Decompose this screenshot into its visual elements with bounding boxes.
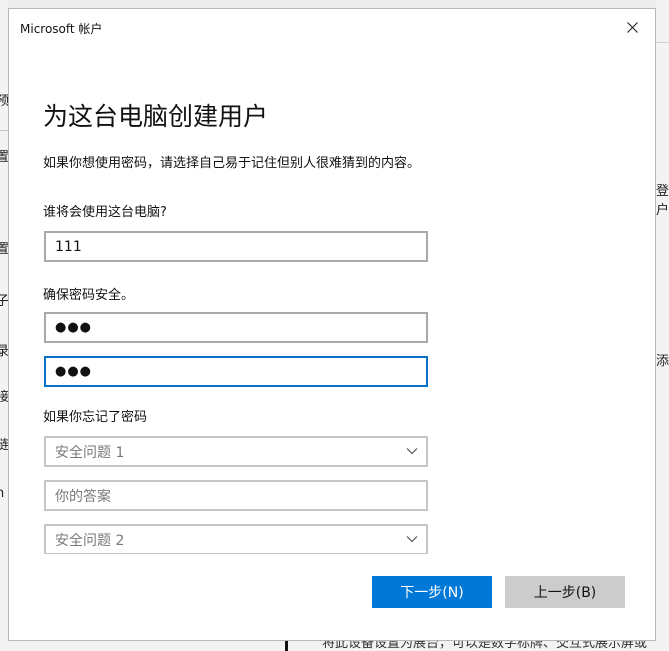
bg-right-text: 户过 — [656, 203, 669, 218]
background-window-left: 预 置 置 子 录 接 链 n — [0, 0, 8, 651]
security-question-2-select[interactable]: 安全问题 2 — [44, 524, 428, 554]
password-label: 确保密码安全。 — [43, 288, 135, 303]
bg-left-text: n — [0, 486, 5, 501]
username-label: 谁将会使用这台电脑? — [43, 205, 167, 220]
back-button[interactable]: 上一步(B) — [505, 576, 625, 608]
username-value: 111 — [55, 238, 82, 255]
bg-divider — [656, 42, 669, 43]
confirm-password-dots: ●●● — [55, 364, 93, 379]
bg-divider — [0, 130, 8, 131]
bg-left-text: 子 — [0, 294, 8, 309]
answer-1-placeholder: 你的答案 — [55, 488, 111, 505]
confirm-password-input[interactable]: ●●● — [44, 356, 428, 387]
title-bar: Microsoft 帐户 — [9, 9, 655, 45]
bg-bottom-text: 将此设备设置为展台，可以是数字标牌、交互式展示屏或 — [322, 641, 648, 651]
page-title: 为这台电脑创建用户 — [43, 102, 269, 131]
instruction-text: 如果你想使用密码，请选择自己易于记住但别人很难猜到的内容。 — [43, 156, 421, 171]
bg-left-text: 预 — [0, 94, 8, 109]
password-dots: ●●● — [55, 320, 93, 335]
bg-left-text: 接 — [0, 390, 8, 405]
close-icon — [626, 21, 638, 33]
username-input[interactable]: 111 — [44, 231, 428, 262]
security-question-1-select[interactable]: 安全问题 1 — [44, 436, 428, 467]
create-user-dialog: Microsoft 帐户 为这台电脑创建用户 如果你想使用密码，请选择自己易于记… — [8, 8, 656, 641]
bg-right-text: 登遥 — [656, 184, 669, 199]
chevron-down-icon — [406, 448, 418, 455]
next-button[interactable]: 下一步(N) — [372, 576, 492, 608]
chevron-down-icon — [406, 536, 418, 543]
bg-bar — [285, 641, 288, 651]
security-question-2-placeholder: 安全问题 2 — [55, 532, 125, 549]
bg-right-text: 添 — [656, 354, 669, 369]
security-question-1-placeholder: 安全问题 1 — [55, 444, 125, 461]
answer-1-input[interactable]: 你的答案 — [44, 480, 428, 511]
background-window-right: 登遥 户过 添 — [656, 0, 669, 651]
bg-left-text: 置 — [0, 242, 8, 257]
bg-left-text: 录 — [0, 344, 8, 359]
bg-left-text: 置 — [0, 150, 8, 165]
window-title: Microsoft 帐户 — [20, 22, 103, 36]
recovery-label: 如果你忘记了密码 — [43, 410, 148, 425]
scroll-clip: 安全问题 2 — [9, 524, 649, 554]
bg-left-text: 链 — [0, 438, 8, 453]
password-input[interactable]: ●●● — [44, 312, 428, 343]
background-window-bottom: 将此设备设置为展台，可以是数字标牌、交互式展示屏或 — [0, 641, 669, 651]
close-button[interactable] — [609, 9, 655, 45]
